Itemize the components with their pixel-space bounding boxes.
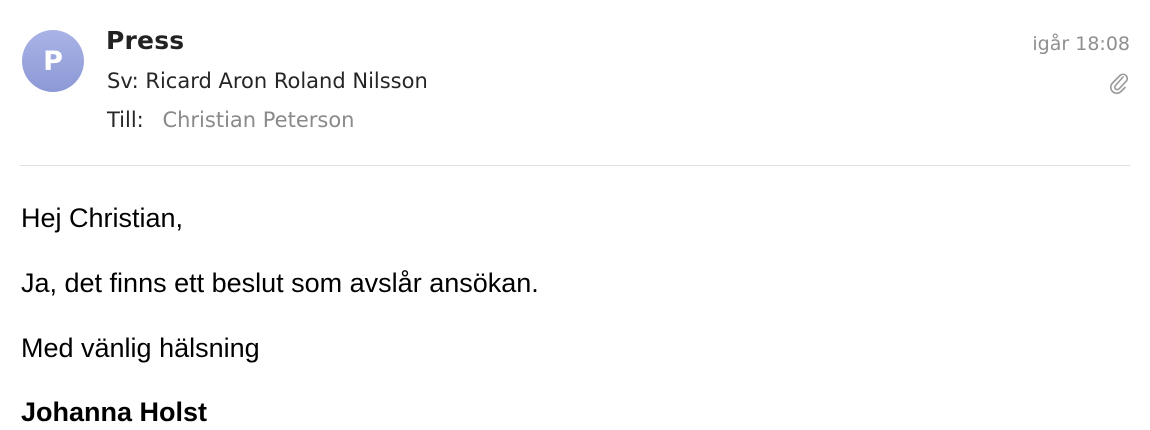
email-message: Ja, det finns ett beslut som avslår ansö…	[21, 268, 539, 298]
email-message-view: P Press Sv: Ricard Aron Roland Nilsson T…	[0, 0, 1150, 430]
received-date: igår 18:08	[1032, 33, 1130, 55]
email-signature: Johanna Holst	[21, 397, 208, 427]
recipient-name[interactable]: Christian Peterson	[162, 108, 354, 132]
sender-name[interactable]: Press	[106, 26, 184, 55]
header-divider	[20, 165, 1130, 166]
email-closing: Med vänlig hälsning	[21, 333, 260, 363]
recipient-row: Till: Christian Peterson	[107, 108, 354, 132]
avatar: P	[22, 30, 84, 92]
paperclip-icon[interactable]	[1108, 70, 1128, 94]
email-subject: Sv: Ricard Aron Roland Nilsson	[107, 69, 428, 93]
recipient-label: Till:	[107, 108, 144, 132]
email-greeting: Hej Christian,	[21, 203, 184, 233]
avatar-letter: P	[43, 45, 63, 77]
